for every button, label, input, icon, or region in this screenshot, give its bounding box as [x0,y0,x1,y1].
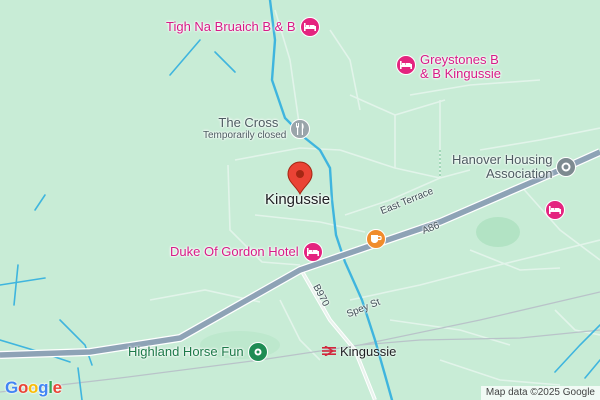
poi-label: Highland Horse Fun [128,344,244,359]
google-logo-letter: G [5,378,18,397]
poi-label-line1: Greystones B [420,52,499,67]
park-icon [247,342,268,362]
google-logo-letter: o [17,378,29,397]
poi-label-line1: Hanover Housing [452,152,553,167]
bed-icon [545,200,565,220]
poi-highland-horse-fun[interactable]: Highland Horse Fun [128,342,268,362]
poi-greystones[interactable]: Greystones B & B Kingussie [396,53,501,81]
park-area [476,217,520,247]
restaurant-icon [290,119,311,139]
poi-kingussie-station[interactable]: Kingussie [322,343,396,361]
google-logo-letter: e [52,378,62,397]
location-marker [287,161,313,196]
bed-icon [396,55,416,75]
poi-label: Tigh Na Bruaich B & B [166,19,296,34]
poi-hanover-housing[interactable]: Hanover Housing Association [452,152,577,181]
map-attribution[interactable]: Map data ©2025 Google [480,386,600,400]
railway-lines [0,291,600,393]
google-logo: Google [5,378,62,398]
poi-status: Temporarily closed [203,130,287,141]
bed-icon [299,17,320,37]
generic-place-icon [556,157,577,177]
poi-label: Kingussie [340,344,397,359]
poi-label-line2: Association [485,166,553,181]
coffee-cup-icon [366,229,386,249]
poi-the-cross[interactable]: The Cross Temporarily closed [203,115,311,142]
town-label[interactable]: Kingussie [265,191,330,208]
google-logo-letter: o [28,378,39,397]
poi-duke-of-gordon-hotel[interactable]: Duke Of Gordon Hotel [170,242,323,262]
poi-label: The Cross [218,115,279,130]
poi-label-line2: & B Kingussie [420,66,501,81]
poi-cafe[interactable] [366,229,386,249]
map-view[interactable]: A86 B970 East Terrace Spey St Kingussie … [0,0,600,400]
poi-hotel-unlabeled[interactable] [545,200,565,220]
bed-icon [302,242,323,262]
google-logo-letter: g [38,378,49,397]
poi-tigh-na-bruaich[interactable]: Tigh Na Bruaich B & B [166,17,320,37]
rail-station-icon [322,343,336,361]
minor-streets [149,9,600,386]
poi-label: Duke Of Gordon Hotel [170,244,299,259]
